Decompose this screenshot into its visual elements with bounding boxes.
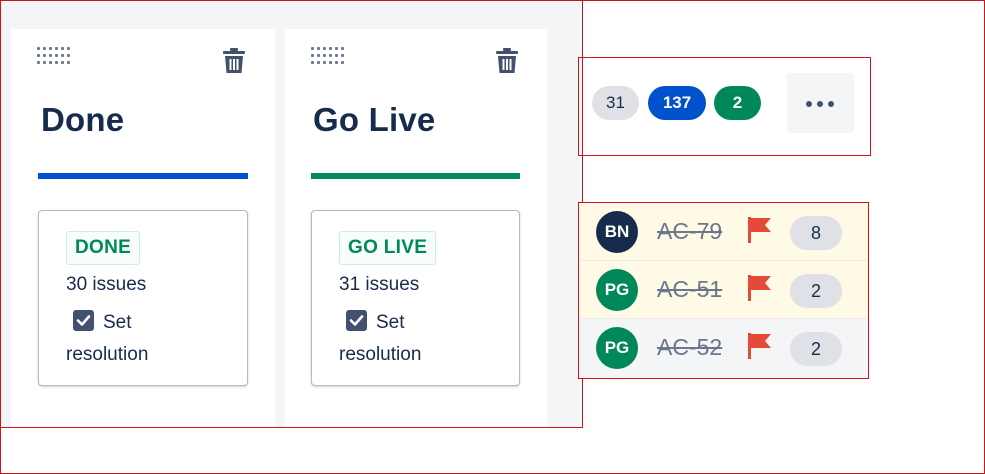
more-actions-button[interactable] [787,73,854,133]
trash-icon[interactable] [223,48,245,74]
avatar: PG [596,269,638,311]
status-lozenge: DONE [66,231,141,265]
flagged-issues-panel: BN AC-79 8 PG AC-51 2 PG AC-52 2 [578,202,869,379]
set-resolution-label-cont: resolution [66,344,149,365]
ellipsis-icon [817,101,823,107]
set-resolution-checkbox[interactable] [73,310,94,331]
checkmark-icon [349,315,364,326]
status-card: GO LIVE 31 issues Set resolution [311,210,520,386]
issue-count: 30 issues [66,274,147,295]
issue-row[interactable]: BN AC-79 8 [579,203,868,261]
checkmark-icon [76,315,91,326]
set-resolution-option: Set resolution [66,307,148,371]
column-title: Done [41,101,125,138]
avatar: PG [596,327,638,369]
column-color-bar [38,173,248,179]
issue-key[interactable]: AC-79 [657,218,722,245]
column-go-live: Go Live GO LIVE 31 issues Set resolution [285,29,547,427]
count-badge-done: 2 [714,86,761,120]
trash-icon[interactable] [496,48,518,74]
set-resolution-label-cont: resolution [339,344,422,365]
flag-icon [748,275,771,301]
status-lozenge: GO LIVE [339,231,437,265]
issue-count-badges-panel: 31 137 2 [578,57,871,156]
issue-count: 31 issues [339,274,420,295]
set-resolution-label: Set [376,312,405,333]
estimate-badge: 2 [790,332,842,366]
ellipsis-icon [806,101,812,107]
ellipsis-icon [828,101,834,107]
drag-handle-icon[interactable] [37,47,70,64]
column-title: Go Live [313,101,436,138]
flag-icon [748,217,771,243]
set-resolution-label: Set [103,312,132,333]
set-resolution-checkbox[interactable] [346,310,367,331]
issue-key[interactable]: AC-51 [657,276,722,303]
issue-row[interactable]: PG AC-51 2 [579,261,868,319]
issue-row[interactable]: PG AC-52 2 [579,319,868,378]
set-resolution-option: Set resolution [339,307,421,371]
estimate-badge: 8 [790,216,842,250]
estimate-badge: 2 [790,274,842,308]
drag-handle-icon[interactable] [311,47,344,64]
count-badge-todo: 31 [592,86,639,120]
flag-icon [748,333,771,359]
count-badge-in-progress: 137 [648,86,706,120]
avatar: BN [596,211,638,253]
board-columns-panel: Done DONE 30 issues Set resolution Go Li… [0,0,583,428]
column-done: Done DONE 30 issues Set resolution [11,29,275,427]
column-color-bar [311,173,520,179]
status-card: DONE 30 issues Set resolution [38,210,248,386]
issue-key[interactable]: AC-52 [657,334,722,361]
